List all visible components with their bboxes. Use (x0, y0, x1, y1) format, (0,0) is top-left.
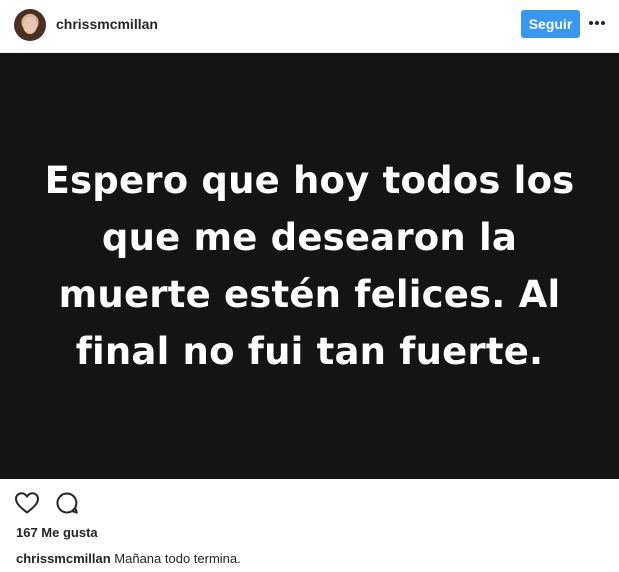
username[interactable]: chrissmcmillan (56, 16, 158, 32)
heart-icon[interactable] (14, 491, 40, 515)
avatar[interactable] (14, 9, 46, 41)
likes-count[interactable]: 167 Me gusta (16, 525, 98, 540)
caption-username[interactable]: chrissmcmillan (16, 551, 111, 566)
more-icon[interactable] (586, 12, 608, 34)
post-image-text: Espero que hoy todos los que me desearon… (44, 159, 575, 373)
post-image[interactable]: Espero que hoy todos los que me desearon… (0, 53, 619, 479)
caption-text: Mañana todo termina. (114, 551, 241, 566)
comment-icon[interactable] (55, 491, 79, 515)
follow-button[interactable]: Seguir (521, 10, 580, 38)
post-actions (0, 479, 619, 523)
caption: chrissmcmillan Mañana todo termina. (16, 551, 241, 566)
post-header: chrissmcmillan Seguir (0, 0, 619, 53)
